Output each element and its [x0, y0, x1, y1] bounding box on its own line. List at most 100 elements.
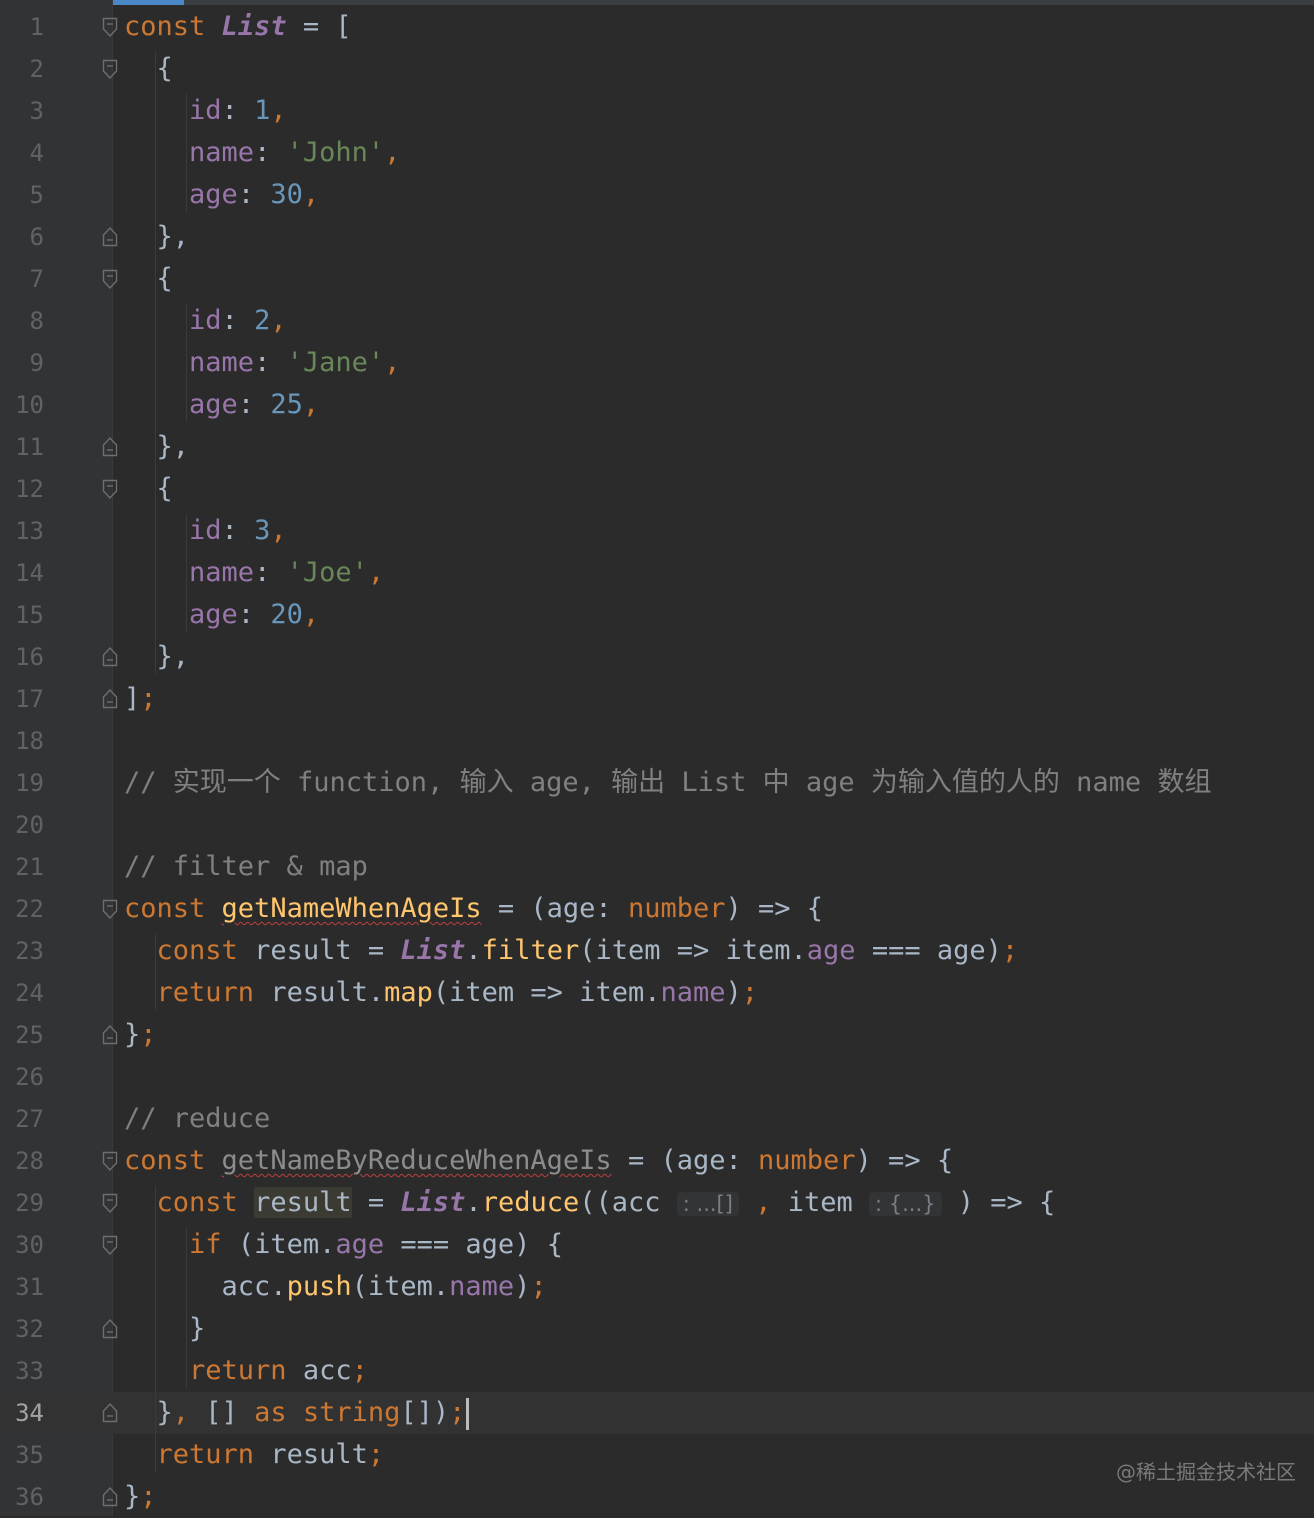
- code-text[interactable]: age: 20,: [124, 594, 319, 636]
- line-number[interactable]: 35: [0, 1434, 44, 1476]
- fold-open-icon[interactable]: [102, 1150, 118, 1172]
- fold-open-icon[interactable]: [102, 898, 118, 920]
- code-line[interactable]: 19 // 实现一个 function, 输入 age, 输出 List 中 ag…: [0, 762, 1314, 804]
- fold-end-icon[interactable]: [102, 436, 118, 458]
- code-line[interactable]: 34 }, [] as string[]);: [0, 1392, 1314, 1434]
- code-line[interactable]: 15 age: 20,: [0, 594, 1314, 636]
- line-number[interactable]: 13: [0, 510, 44, 552]
- code-text[interactable]: // filter & map: [124, 846, 368, 888]
- line-number[interactable]: 15: [0, 594, 44, 636]
- code-text[interactable]: return result.map(item => item.name);: [124, 972, 759, 1014]
- code-line[interactable]: 10 age: 25,: [0, 384, 1314, 426]
- code-text[interactable]: id: 2,: [124, 300, 287, 342]
- fold-end-icon[interactable]: [102, 1318, 118, 1340]
- line-number[interactable]: 32: [0, 1308, 44, 1350]
- code-text[interactable]: {: [124, 48, 173, 90]
- line-number[interactable]: 25: [0, 1014, 44, 1056]
- line-number[interactable]: 2: [0, 48, 44, 90]
- line-number[interactable]: 7: [0, 258, 44, 300]
- line-number[interactable]: 19: [0, 762, 44, 804]
- line-number[interactable]: 28: [0, 1140, 44, 1182]
- code-line[interactable]: 21 // filter & map: [0, 846, 1314, 888]
- code-line[interactable]: 9 name: 'Jane',: [0, 342, 1314, 384]
- code-text[interactable]: },: [124, 426, 190, 468]
- line-number[interactable]: 3: [0, 90, 44, 132]
- fold-open-icon[interactable]: [102, 58, 118, 80]
- code-line[interactable]: 4 name: 'John',: [0, 132, 1314, 174]
- fold-end-icon[interactable]: [102, 688, 118, 710]
- line-number[interactable]: 11: [0, 426, 44, 468]
- line-number[interactable]: 33: [0, 1350, 44, 1392]
- code-line[interactable]: 25};: [0, 1014, 1314, 1056]
- line-number[interactable]: 20: [0, 804, 44, 846]
- code-text[interactable]: },: [124, 216, 190, 258]
- code-line[interactable]: 28 const getNameByReduceWhenAgeIs = (age:…: [0, 1140, 1314, 1182]
- fold-end-icon[interactable]: [102, 1024, 118, 1046]
- fold-open-icon[interactable]: [102, 16, 118, 38]
- fold-open-icon[interactable]: [102, 478, 118, 500]
- line-number[interactable]: 17: [0, 678, 44, 720]
- line-number[interactable]: 26: [0, 1056, 44, 1098]
- line-number[interactable]: 12: [0, 468, 44, 510]
- fold-end-icon[interactable]: [102, 1486, 118, 1508]
- code-text[interactable]: const getNameByReduceWhenAgeIs = (age: n…: [124, 1140, 953, 1182]
- line-number[interactable]: 30: [0, 1224, 44, 1266]
- code-line[interactable]: 14 name: 'Joe',: [0, 552, 1314, 594]
- code-line[interactable]: 5 age: 30,: [0, 174, 1314, 216]
- code-text[interactable]: }: [124, 1308, 205, 1350]
- code-text[interactable]: if (item.age === age) {: [124, 1224, 563, 1266]
- line-number[interactable]: 23: [0, 930, 44, 972]
- code-line[interactable]: 6 },: [0, 216, 1314, 258]
- code-text[interactable]: return result;: [124, 1434, 385, 1476]
- code-text[interactable]: name: 'Joe',: [124, 552, 384, 594]
- code-text[interactable]: },: [124, 636, 190, 678]
- line-number[interactable]: 16: [0, 636, 44, 678]
- code-line[interactable]: 27 // reduce: [0, 1098, 1314, 1140]
- code-text[interactable]: };: [124, 1014, 157, 1056]
- code-line[interactable]: 24 return result.map(item => item.name);: [0, 972, 1314, 1014]
- line-number[interactable]: 24: [0, 972, 44, 1014]
- line-number[interactable]: 6: [0, 216, 44, 258]
- code-editor[interactable]: 1 const List = [2 {3 id: 1, 4 name: 'John'…: [0, 0, 1314, 1516]
- code-line[interactable]: 32 }: [0, 1308, 1314, 1350]
- code-text[interactable]: {: [124, 468, 173, 510]
- code-text[interactable]: name: 'John',: [124, 132, 400, 174]
- code-text[interactable]: id: 1,: [124, 90, 287, 132]
- code-line[interactable]: 7 {: [0, 258, 1314, 300]
- line-number[interactable]: 5: [0, 174, 44, 216]
- line-number[interactable]: 29: [0, 1182, 44, 1224]
- code-line[interactable]: 13 id: 3,: [0, 510, 1314, 552]
- line-number[interactable]: 21: [0, 846, 44, 888]
- code-text[interactable]: name: 'Jane',: [124, 342, 400, 384]
- code-line[interactable]: 2 {: [0, 48, 1314, 90]
- code-text[interactable]: // reduce: [124, 1098, 270, 1140]
- code-line[interactable]: 22 const getNameWhenAgeIs = (age: number)…: [0, 888, 1314, 930]
- code-text[interactable]: age: 25,: [124, 384, 319, 426]
- line-number[interactable]: 1: [0, 6, 44, 48]
- code-line[interactable]: 16 },: [0, 636, 1314, 678]
- fold-open-icon[interactable]: [102, 1234, 118, 1256]
- line-number[interactable]: 36: [0, 1476, 44, 1518]
- line-number[interactable]: 8: [0, 300, 44, 342]
- code-text[interactable]: return acc;: [124, 1350, 368, 1392]
- code-text[interactable]: }, [] as string[]);: [124, 1392, 470, 1434]
- fold-open-icon[interactable]: [102, 268, 118, 290]
- code-text[interactable]: age: 30,: [124, 174, 319, 216]
- code-line[interactable]: 12 {: [0, 468, 1314, 510]
- code-line[interactable]: 1 const List = [: [0, 6, 1314, 48]
- code-line[interactable]: 31 acc.push(item.name);: [0, 1266, 1314, 1308]
- code-text[interactable]: };: [124, 1476, 157, 1518]
- code-text[interactable]: const result = List.reduce((acc : ...[] …: [124, 1182, 1055, 1225]
- code-line[interactable]: 18: [0, 720, 1314, 762]
- code-text[interactable]: const getNameWhenAgeIs = (age: number) =…: [124, 888, 823, 930]
- code-line[interactable]: 17];: [0, 678, 1314, 720]
- code-line[interactable]: 20: [0, 804, 1314, 846]
- code-text[interactable]: id: 3,: [124, 510, 287, 552]
- line-number[interactable]: 4: [0, 132, 44, 174]
- fold-end-icon[interactable]: [102, 1402, 118, 1424]
- code-line[interactable]: 23 const result = List.filter(item => it…: [0, 930, 1314, 972]
- code-line[interactable]: 26: [0, 1056, 1314, 1098]
- line-number[interactable]: 34: [0, 1392, 44, 1434]
- code-text[interactable]: const result = List.filter(item => item.…: [124, 930, 1019, 972]
- fold-end-icon[interactable]: [102, 226, 118, 248]
